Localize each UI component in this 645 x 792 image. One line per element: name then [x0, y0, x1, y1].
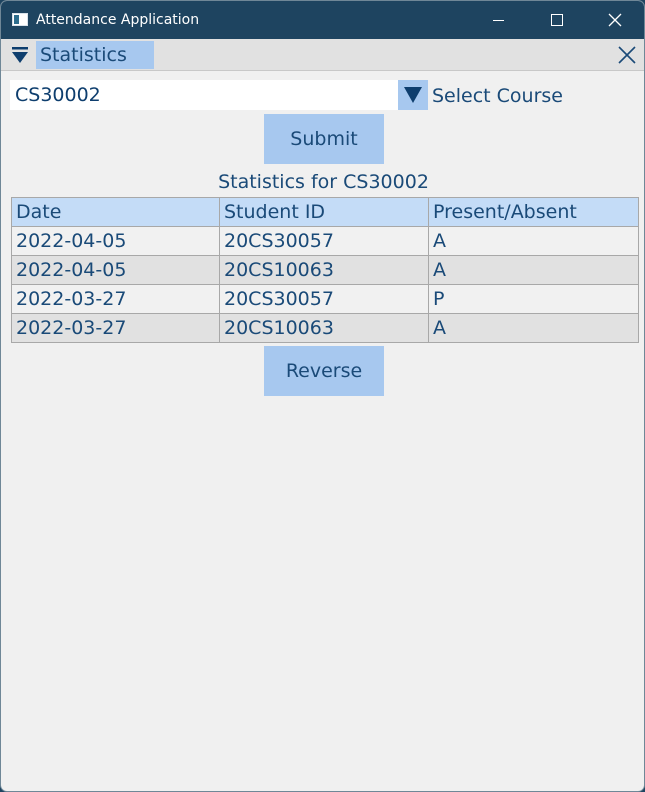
maximize-button[interactable] [528, 1, 586, 39]
dock-close-icon[interactable] [617, 45, 637, 65]
submit-button[interactable]: Submit [264, 114, 384, 164]
attendance-table: Date Student ID Present/Absent 2022-04-0… [11, 197, 639, 343]
table-header-row: Date Student ID Present/Absent [11, 197, 639, 227]
select-course-label: Select Course [432, 85, 563, 107]
statistics-title: Statistics for CS30002 [218, 171, 429, 193]
column-header-date[interactable]: Date [11, 197, 220, 227]
close-icon [608, 13, 622, 27]
window-title: Attendance Application [36, 12, 200, 28]
table-row[interactable]: 2022-03-27 20CS30057 P [11, 284, 639, 314]
cell-status[interactable]: P [428, 284, 639, 314]
column-header-student-id[interactable]: Student ID [219, 197, 429, 227]
minimize-icon [492, 19, 504, 21]
cell-status[interactable]: A [428, 255, 639, 285]
cell-student-id[interactable]: 20CS10063 [219, 313, 429, 343]
table-row[interactable]: 2022-03-27 20CS10063 A [11, 313, 639, 343]
cell-date[interactable]: 2022-04-05 [11, 255, 220, 285]
triangle-down-icon[interactable] [12, 47, 28, 63]
app-icon [12, 13, 28, 26]
column-header-present-absent[interactable]: Present/Absent [428, 197, 639, 227]
maximize-icon [551, 14, 563, 26]
cell-status[interactable]: A [428, 226, 639, 256]
reverse-button[interactable]: Reverse [264, 346, 384, 396]
cell-student-id[interactable]: 20CS30057 [219, 284, 429, 314]
minimize-button[interactable] [469, 1, 527, 39]
cell-status[interactable]: A [428, 313, 639, 343]
cell-student-id[interactable]: 20CS30057 [219, 226, 429, 256]
app-window: Attendance Application Statistics CS3000… [0, 0, 645, 792]
cell-date[interactable]: 2022-04-05 [11, 226, 220, 256]
course-dropdown-button[interactable] [398, 80, 428, 110]
dock-title: Statistics [36, 41, 154, 69]
cell-date[interactable]: 2022-03-27 [11, 313, 220, 343]
course-combobox[interactable]: CS30002 [10, 80, 398, 110]
title-bar[interactable]: Attendance Application [1, 1, 644, 39]
close-window-button[interactable] [586, 1, 644, 39]
cell-student-id[interactable]: 20CS10063 [219, 255, 429, 285]
table-row[interactable]: 2022-04-05 20CS30057 A [11, 226, 639, 256]
table-row[interactable]: 2022-04-05 20CS10063 A [11, 255, 639, 285]
cell-date[interactable]: 2022-03-27 [11, 284, 220, 314]
triangle-down-icon [404, 87, 422, 103]
